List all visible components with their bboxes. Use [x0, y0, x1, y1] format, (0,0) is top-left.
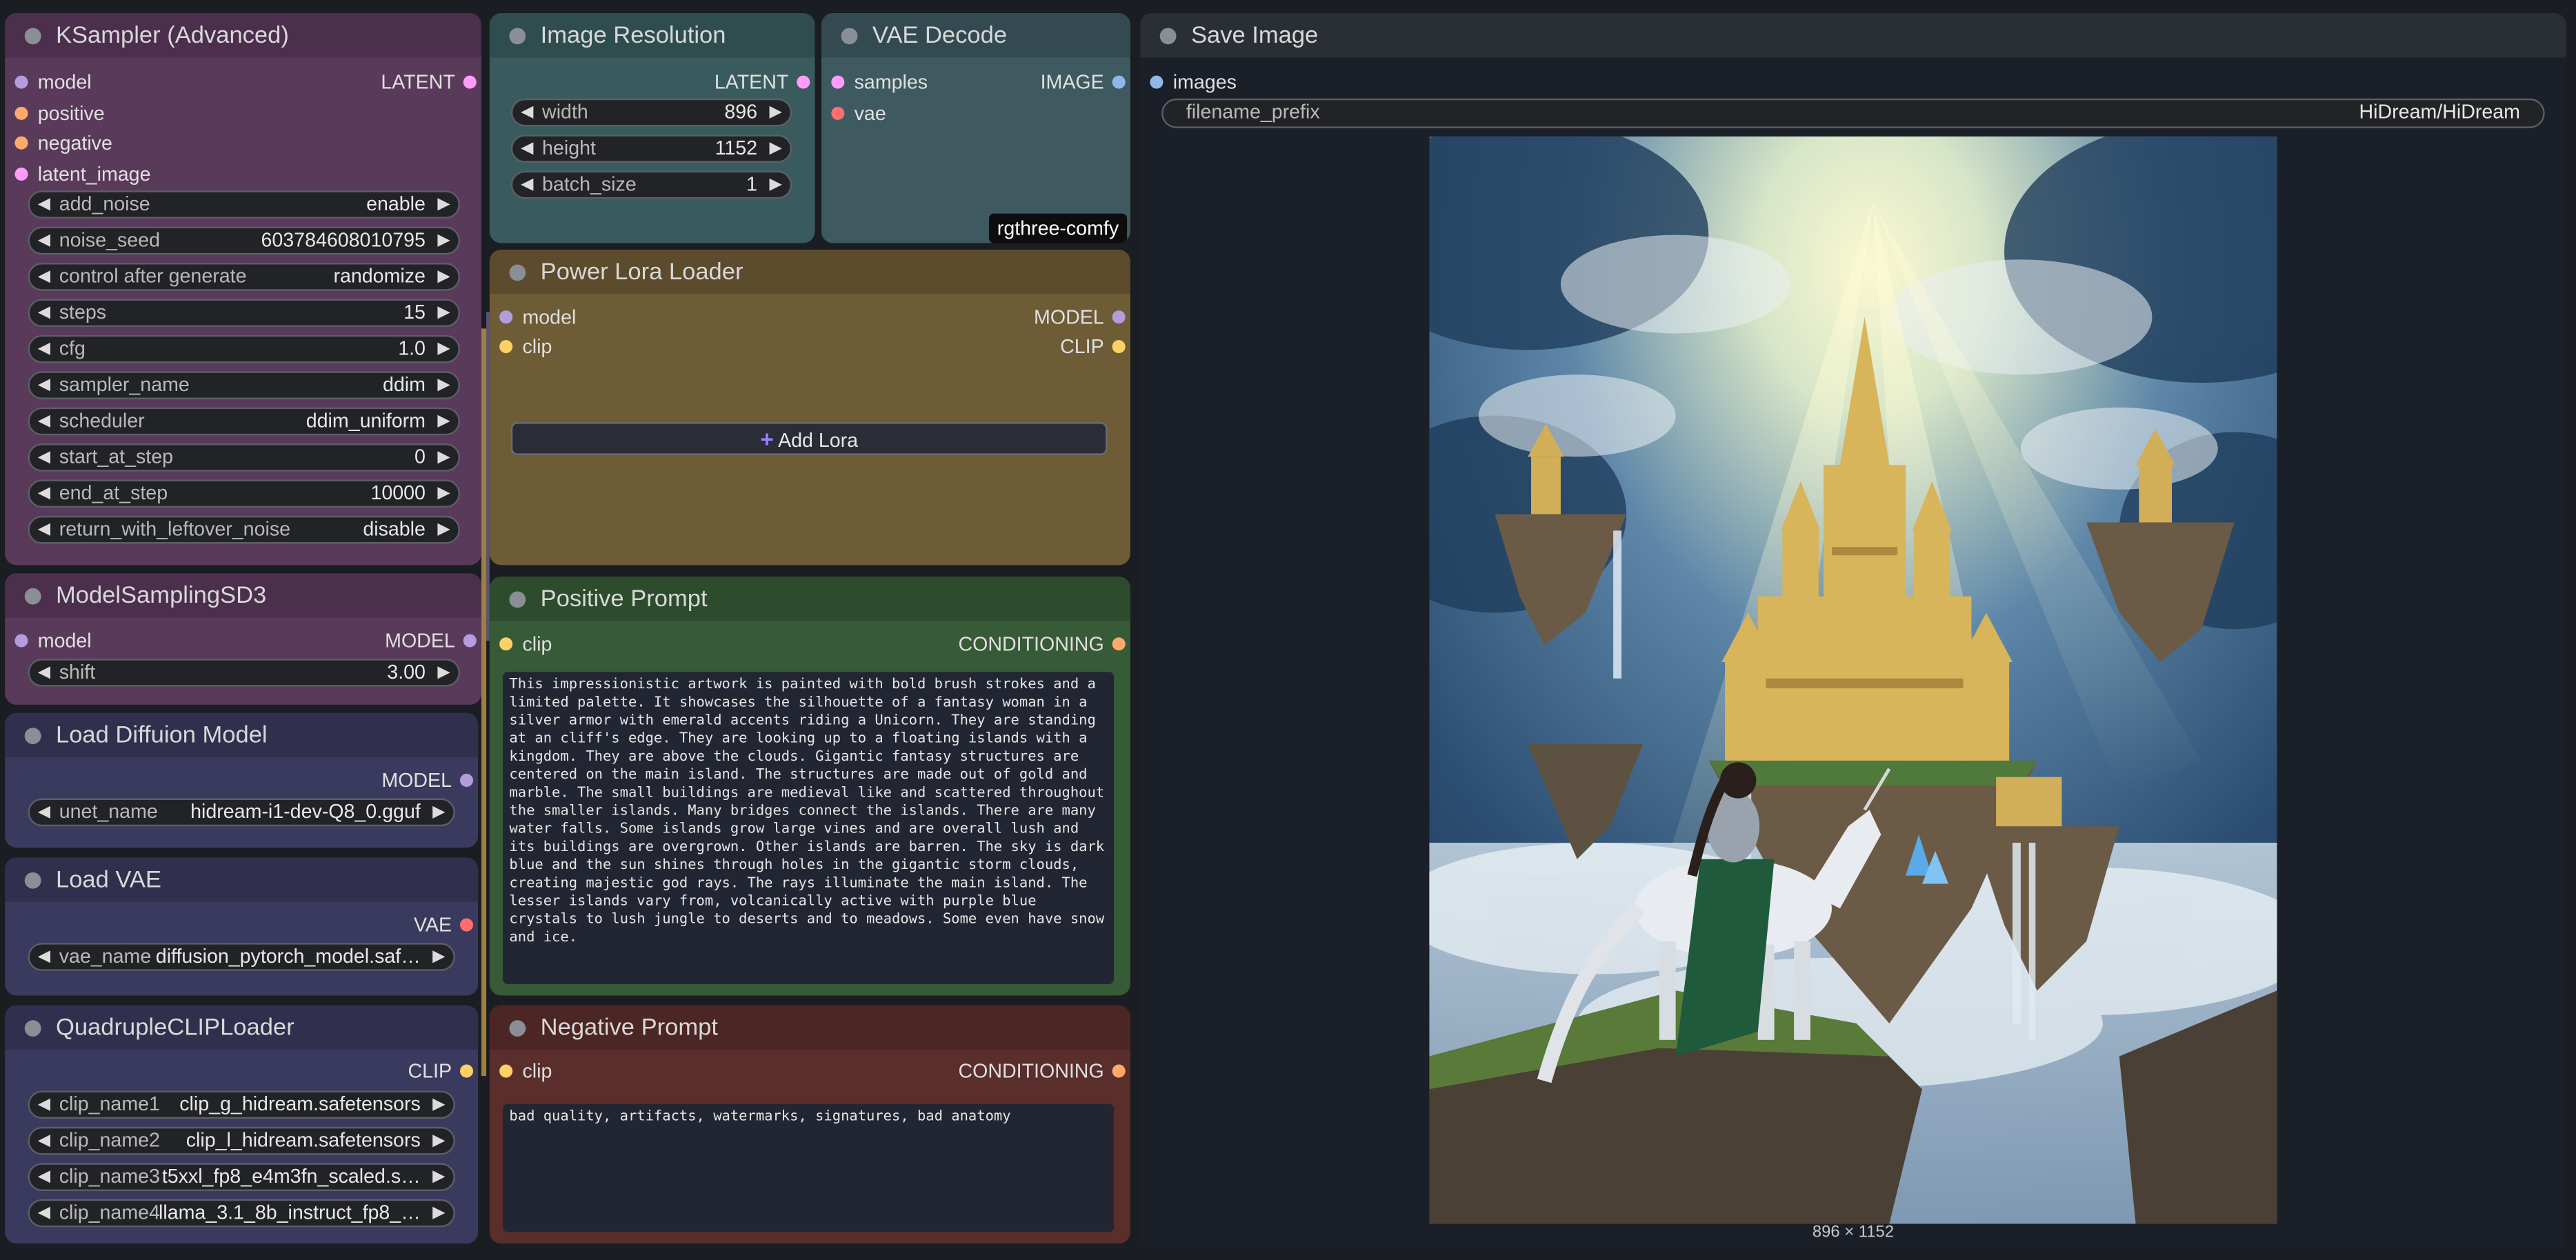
input-negative[interactable]: negative [5, 130, 112, 156]
positive-prompt-textarea[interactable]: This impressionistic artwork is painted … [502, 672, 1114, 984]
node-title: Load VAE [55, 867, 161, 894]
node-title: ModelSamplingSD3 [55, 583, 267, 610]
widget-height[interactable]: ◀ height 1152 ▶ [510, 134, 792, 163]
widget-shift[interactable]: ◀ shift 3.00 ▶ [28, 659, 460, 687]
output-model[interactable]: MODEL [385, 628, 481, 654]
node-title: Positive Prompt [540, 586, 708, 613]
save-image-node[interactable]: Save Image images filename_prefix HiDrea… [1140, 13, 2566, 1249]
widget-unet-name[interactable]: ◀ unet_name hidream-i1-dev-Q8_0.gguf ▶ [28, 798, 455, 827]
rgthree-badge: rgthree-comfy [988, 213, 1128, 243]
input-samples[interactable]: samples [821, 69, 928, 95]
quadruple-clip-loader-node[interactable]: QuadrupleCLIPLoader CLIP ◀ clip_name1 clip… [5, 1005, 479, 1244]
load-diffusion-model-node[interactable]: Load Diffuion Model MODEL ◀ unet_name hidr… [5, 712, 479, 848]
input-model[interactable]: model [5, 628, 92, 654]
load-diffusion-title-bar[interactable]: Load Diffuion Model [5, 712, 479, 758]
collapse-dot-icon[interactable] [509, 1020, 526, 1037]
collapse-dot-icon[interactable] [24, 588, 41, 605]
widget-clip-name2[interactable]: ◀ clip_name2 clip_l_hidream.safetensors ▶ [28, 1127, 455, 1155]
widget-clip-name3[interactable]: ◀ clip_name3 t5xxl_fp8_e4m3fn_scaled.s… ▶ [28, 1163, 455, 1191]
widget-cfg[interactable]: ◀ cfg 1.0 ▶ [28, 334, 460, 363]
load-vae-node[interactable]: Load VAE VAE ◀ vae_name diffusion_pytorch_… [5, 857, 479, 996]
input-model[interactable]: model [490, 304, 576, 330]
output-image[interactable]: IMAGE [1041, 69, 1130, 95]
input-vae[interactable]: vae [821, 100, 886, 126]
power-lora-loader-node[interactable]: Power Lora Loader model clip MODEL CLIP … [489, 250, 1130, 566]
positive-prompt-title-bar[interactable]: Positive Prompt [489, 577, 1130, 621]
collapse-dot-icon[interactable] [841, 28, 858, 45]
widget-control-after-generate[interactable]: ◀ control after generate randomize ▶ [28, 263, 460, 291]
output-vae[interactable]: VAE [414, 912, 478, 938]
output-clip[interactable]: CLIP [408, 1058, 478, 1084]
input-clip[interactable]: clip [490, 1058, 552, 1084]
widget-vae-name[interactable]: ◀ vae_name diffusion_pytorch_model.saf… ▶ [28, 943, 455, 971]
node-title: Image Resolution [540, 23, 726, 50]
collapse-dot-icon[interactable] [509, 28, 526, 45]
widget-noise-seed[interactable]: ◀ noise_seed 603784608010795 ▶ [28, 226, 460, 255]
widget-add-noise[interactable]: ◀ add_noise enable ▶ [28, 190, 460, 219]
output-model[interactable]: MODEL [1034, 304, 1130, 330]
vae-decode-node[interactable]: VAE Decode samples vae IMAGE rgthree-com… [821, 13, 1130, 243]
node-title: Power Lora Loader [540, 259, 743, 286]
collapse-dot-icon[interactable] [24, 1020, 41, 1037]
widget-clip-name1[interactable]: ◀ clip_name1 clip_g_hidream.safetensors ▶ [28, 1090, 455, 1119]
node-title: Load Diffuion Model [55, 723, 268, 750]
input-clip[interactable]: clip [490, 334, 552, 360]
ksampler-node[interactable]: KSampler (Advanced) model positive negat… [5, 13, 481, 566]
collapse-dot-icon[interactable] [509, 591, 526, 608]
negative-prompt-title-bar[interactable]: Negative Prompt [489, 1005, 1130, 1050]
collapse-dot-icon[interactable] [24, 28, 41, 45]
output-latent[interactable]: LATENT [715, 69, 815, 95]
widget-width[interactable]: ◀ width 896 ▶ [510, 98, 792, 127]
widget-scheduler[interactable]: ◀ scheduler ddim_uniform ▶ [28, 407, 460, 436]
input-model[interactable]: model [5, 69, 92, 95]
save-image-title-bar[interactable]: Save Image [1140, 13, 2566, 58]
negative-prompt-textarea[interactable]: bad quality, artifacts, watermarks, sign… [502, 1103, 1114, 1232]
widget-start-at-step[interactable]: ◀ start_at_step 0 ▶ [28, 443, 460, 472]
input-positive[interactable]: positive [5, 100, 105, 126]
output-clip[interactable]: CLIP [1060, 334, 1130, 360]
image-resolution-title-bar[interactable]: Image Resolution [489, 13, 815, 58]
widget-steps[interactable]: ◀ steps 15 ▶ [28, 299, 460, 328]
collapse-dot-icon[interactable] [24, 872, 41, 889]
widget-end-at-step[interactable]: ◀ end_at_step 10000 ▶ [28, 479, 460, 508]
load-vae-title-bar[interactable]: Load VAE [5, 857, 479, 902]
collapse-dot-icon[interactable] [509, 264, 526, 281]
collapse-dot-icon[interactable] [1159, 28, 1177, 45]
widget-return-with-leftover-noise[interactable]: ◀ return_with_leftover_noise disable ▶ [28, 515, 460, 544]
input-latent-image[interactable]: latent_image [5, 161, 150, 187]
node-title: Negative Prompt [540, 1015, 718, 1042]
collapse-dot-icon[interactable] [24, 728, 41, 745]
model-sampling-sd3-node[interactable]: ModelSamplingSD3 model MODEL ◀ shift 3.00 ▶ [5, 573, 481, 705]
output-latent[interactable]: LATENT [381, 69, 481, 95]
clip-wire [481, 328, 487, 1077]
image-size-label: 896 × 1152 [1812, 1223, 1894, 1242]
node-title: KSampler (Advanced) [55, 23, 289, 50]
add-lora-label: Add Lora [778, 428, 859, 452]
power-lora-title-bar[interactable]: Power Lora Loader [489, 250, 1130, 294]
widget-batch-size[interactable]: ◀ batch_size 1 ▶ [510, 170, 792, 199]
input-clip[interactable]: clip [490, 631, 552, 657]
node-title: QuadrupleCLIPLoader [55, 1015, 294, 1042]
widget-clip-name4[interactable]: ◀ clip_name4 llama_3.1_8b_instruct_fp8_… ▶ [28, 1199, 455, 1228]
node-title: VAE Decode [872, 23, 1008, 50]
positive-prompt-node[interactable]: Positive Prompt clip CONDITIONING This i… [489, 577, 1130, 996]
ksampler-title-bar[interactable]: KSampler (Advanced) [5, 13, 481, 58]
node-graph-canvas[interactable]: KSampler (Advanced) model positive negat… [0, 0, 2576, 1260]
vae-decode-title-bar[interactable]: VAE Decode [821, 13, 1130, 58]
plus-icon: + [760, 425, 774, 452]
widget-filename-prefix[interactable]: filename_prefix HiDream/HiDream [1161, 98, 2545, 128]
add-lora-button[interactable]: + Add Lora [510, 422, 1108, 455]
input-images[interactable]: images [1140, 69, 1237, 95]
image-resolution-node[interactable]: Image Resolution LATENT ◀ width 896 ▶ ◀ heig… [489, 13, 815, 243]
model-sampling-title-bar[interactable]: ModelSamplingSD3 [5, 573, 481, 618]
output-conditioning[interactable]: CONDITIONING [958, 1058, 1130, 1084]
generated-image[interactable] [1429, 136, 2277, 1224]
output-conditioning[interactable]: CONDITIONING [958, 631, 1130, 657]
node-title: Save Image [1190, 23, 1319, 50]
clip-loader-title-bar[interactable]: QuadrupleCLIPLoader [5, 1005, 479, 1050]
widget-sampler-name[interactable]: ◀ sampler_name ddim ▶ [28, 371, 460, 399]
output-model[interactable]: MODEL [381, 767, 478, 793]
negative-prompt-node[interactable]: Negative Prompt clip CONDITIONING bad qu… [489, 1005, 1130, 1244]
